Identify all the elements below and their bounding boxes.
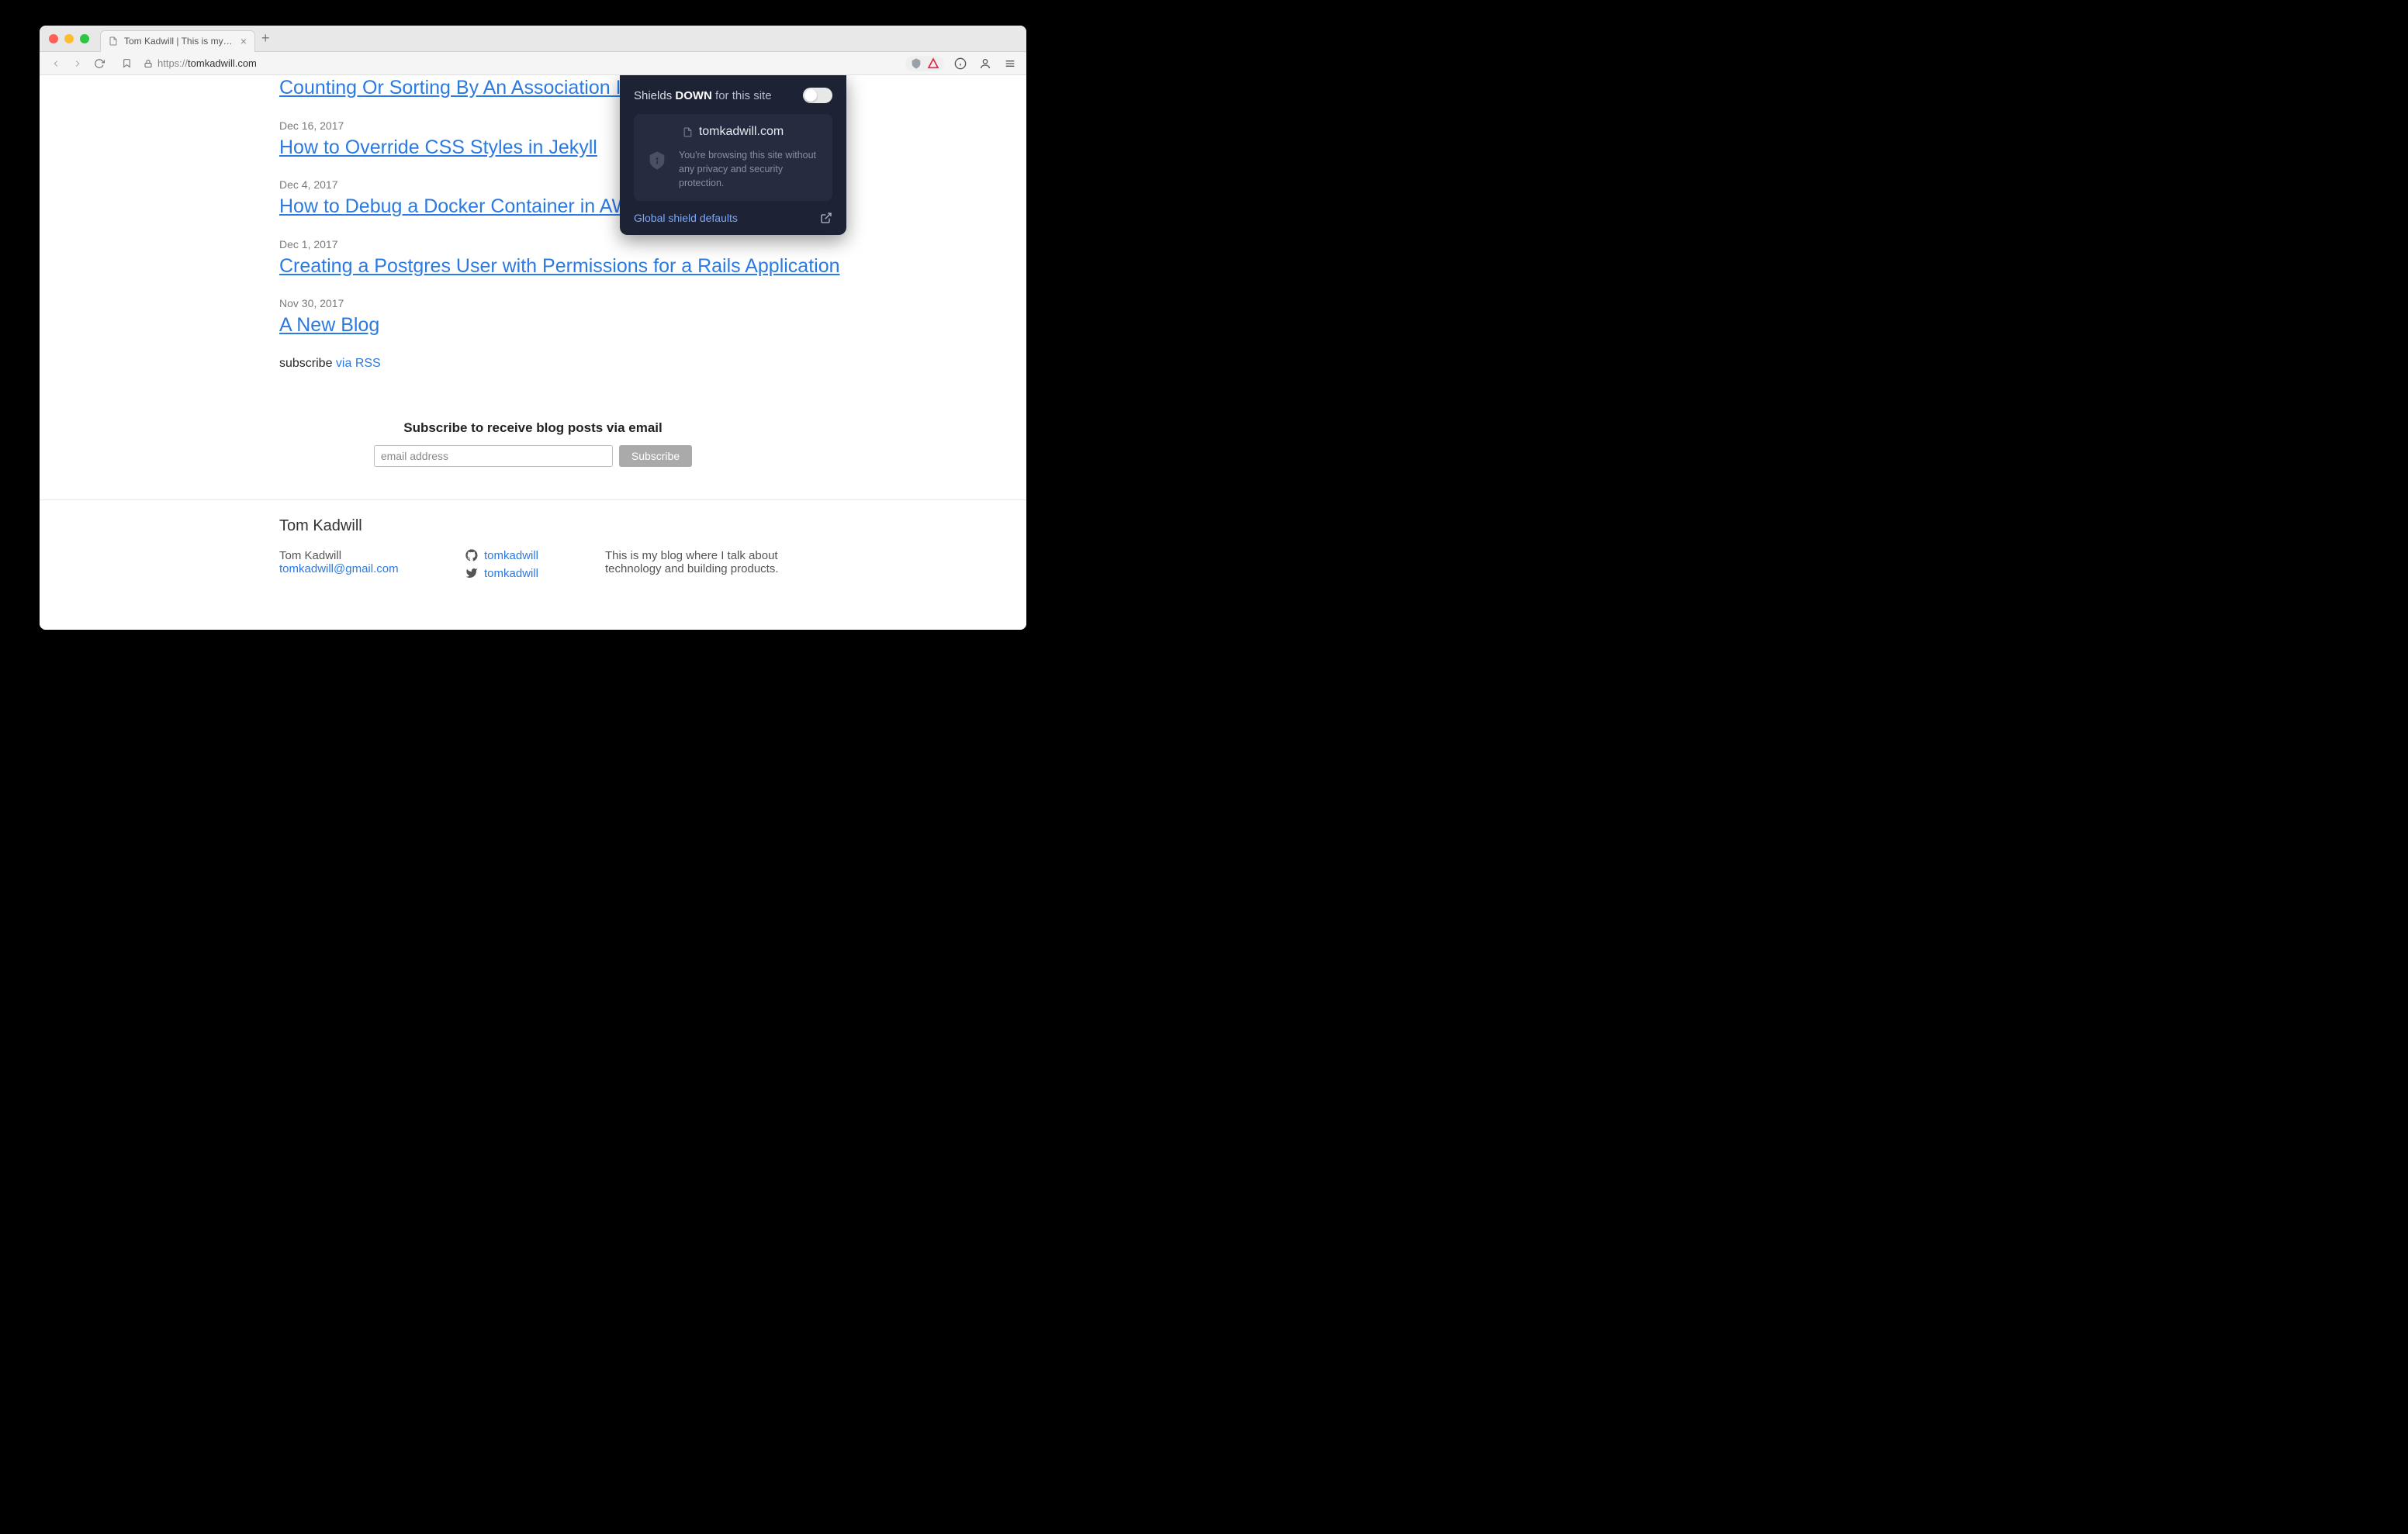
reload-button[interactable] [91, 55, 108, 72]
post-title-link[interactable]: How to Override CSS Styles in Jekyll [279, 136, 597, 158]
email-subscribe-section: Subscribe to receive blog posts via emai… [40, 420, 1026, 467]
post-date: Nov 30, 2017 [279, 297, 1026, 309]
titlebar: Tom Kadwill | This is my blog wh × + [40, 26, 1026, 52]
twitter-link[interactable]: tomkadwill [484, 567, 538, 580]
shields-toggle[interactable] [803, 88, 832, 103]
rss-link[interactable]: via RSS [336, 357, 381, 370]
rss-subscribe: subscribe via RSS [279, 357, 1026, 371]
brave-lion-icon [910, 57, 922, 70]
tab-title: Tom Kadwill | This is my blog wh [124, 36, 234, 47]
toolbar: https://tomkadwill.com [40, 52, 1026, 75]
close-window-button[interactable] [49, 34, 58, 43]
footer-heading: Tom Kadwill [279, 517, 822, 535]
global-shield-defaults-link[interactable]: Global shield defaults [634, 212, 738, 224]
new-tab-button[interactable]: + [261, 30, 270, 47]
shields-popup: Shields DOWN for this site tomkadwill.co… [620, 75, 846, 235]
subscribe-label: subscribe [279, 357, 336, 370]
forward-button[interactable] [69, 55, 86, 72]
browser-tab[interactable]: Tom Kadwill | This is my blog wh × [100, 30, 255, 52]
email-subscribe-heading: Subscribe to receive blog posts via emai… [40, 420, 1026, 436]
menu-button[interactable] [1002, 55, 1019, 72]
tab-favicon [109, 36, 118, 46]
shields-site-name: tomkadwill.com [699, 125, 784, 139]
url-text: https://tomkadwill.com [157, 57, 257, 69]
lock-icon [144, 59, 153, 68]
toolbar-right [905, 55, 1019, 72]
shields-message: You're browsing this site without any pr… [679, 148, 820, 190]
footer-social: tomkadwill tomkadwill [465, 549, 574, 585]
footer-name: Tom Kadwill [279, 549, 434, 562]
footer-about: This is my blog where I talk about techn… [605, 549, 822, 585]
email-input[interactable] [374, 445, 613, 467]
bookmark-button[interactable] [119, 58, 134, 68]
address-bar[interactable]: https://tomkadwill.com [144, 57, 894, 69]
window-controls [49, 34, 89, 43]
tab-close-button[interactable]: × [240, 35, 247, 47]
brave-shields-button[interactable] [905, 56, 944, 71]
page-content: Counting Or Sorting By An Association In… [40, 75, 1026, 630]
document-icon [683, 127, 693, 137]
shield-warning-icon [646, 148, 668, 173]
post-item: Nov 30, 2017 A New Blog [279, 297, 1026, 338]
profile-button[interactable] [977, 55, 994, 72]
github-icon [465, 549, 478, 561]
twitter-icon [465, 567, 478, 579]
post-date: Dec 1, 2017 [279, 238, 1026, 250]
brave-triangle-icon [927, 57, 939, 70]
info-button[interactable] [952, 55, 969, 72]
address-bar-area: https://tomkadwill.com [119, 57, 894, 69]
shields-site-card: tomkadwill.com You're browsing this site… [634, 114, 832, 201]
page-footer: Tom Kadwill Tom Kadwill tomkadwill@gmail… [40, 499, 1026, 616]
browser-window: Tom Kadwill | This is my blog wh × + htt… [40, 26, 1026, 630]
back-button[interactable] [47, 55, 64, 72]
post-item: Dec 1, 2017 Creating a Postgres User wit… [279, 238, 1026, 279]
footer-contact: Tom Kadwill tomkadwill@gmail.com [279, 549, 434, 585]
post-title-link[interactable]: Creating a Postgres User with Permission… [279, 255, 840, 277]
toggle-knob [804, 89, 817, 102]
subscribe-button[interactable]: Subscribe [619, 445, 692, 467]
github-link[interactable]: tomkadwill [484, 549, 538, 562]
minimize-window-button[interactable] [64, 34, 74, 43]
external-link-icon[interactable] [820, 212, 832, 224]
footer-email-link[interactable]: tomkadwill@gmail.com [279, 562, 399, 575]
post-title-link[interactable]: A New Blog [279, 314, 379, 336]
maximize-window-button[interactable] [80, 34, 89, 43]
shields-status-text: Shields DOWN for this site [634, 89, 772, 102]
